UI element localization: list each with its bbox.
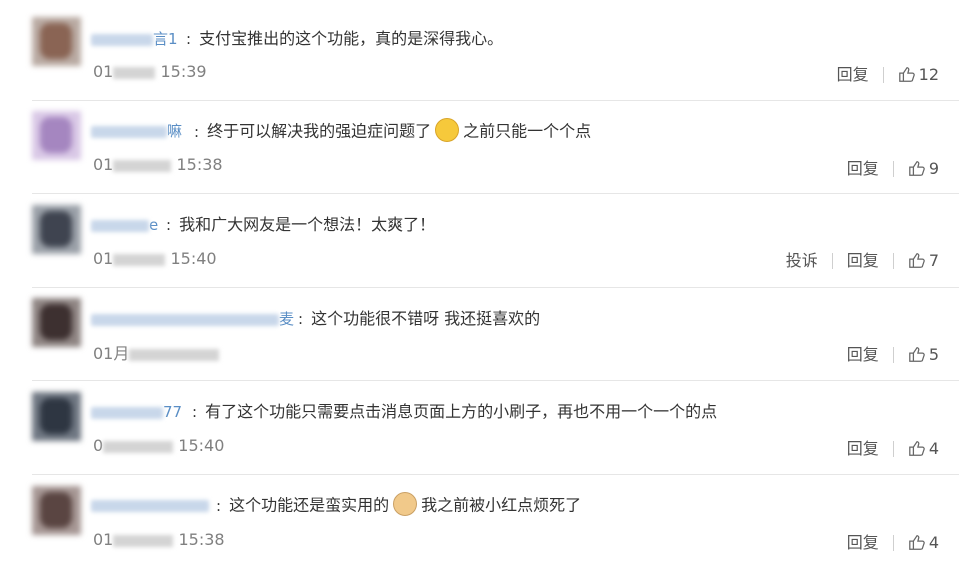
thumbs-up-icon [908, 441, 925, 456]
reply-button[interactable]: 回复 [847, 250, 879, 272]
comment-time: 01 15:38 [93, 155, 223, 174]
comment-time: 01 15:40 [93, 249, 217, 268]
like-button[interactable]: 4 [908, 532, 939, 554]
divider [32, 193, 959, 194]
comment-time: 01 15:39 [93, 62, 207, 81]
crying-laugh-emoji [435, 118, 460, 142]
thumbs-up-icon [908, 347, 925, 362]
like-button[interactable]: 5 [908, 344, 939, 366]
comment-author[interactable]: 麦 [91, 308, 294, 330]
comment-actions: 回复 4 [847, 531, 939, 553]
thumbs-up-icon [908, 161, 925, 176]
divider [892, 440, 894, 457]
comment-body: : 支付宝推出的这个功能，真的是深得我心。 [186, 29, 504, 48]
dog-emoji [393, 492, 418, 516]
comment-time: 01月 [93, 343, 220, 365]
thumbs-up-icon [908, 253, 925, 268]
reply-button[interactable]: 回复 [847, 438, 879, 460]
comment-actions: 回复 5 [847, 343, 939, 365]
comment-author[interactable]: 嘛 [91, 120, 182, 142]
comment-author[interactable]: e [91, 214, 158, 236]
comment-time: 0 15:40 [93, 436, 225, 455]
divider [32, 287, 959, 288]
like-count: 4 [928, 532, 939, 552]
like-button[interactable]: 4 [908, 438, 939, 460]
avatar[interactable] [32, 111, 81, 160]
comment-author[interactable]: 77 [91, 401, 182, 423]
like-count: 5 [928, 344, 939, 364]
reply-button[interactable]: 回复 [847, 532, 879, 554]
divider [831, 252, 833, 269]
like-button[interactable]: 9 [908, 158, 939, 180]
reply-button[interactable]: 回复 [847, 344, 879, 366]
like-count: 12 [918, 64, 939, 84]
avatar[interactable] [32, 486, 81, 535]
divider [892, 252, 894, 269]
comment-actions: 投诉 回复 7 [786, 249, 939, 271]
divider [892, 346, 894, 363]
comment-author[interactable]: 言1 [91, 28, 178, 50]
like-button[interactable]: 12 [898, 64, 939, 86]
like-count: 4 [928, 438, 939, 458]
reply-button[interactable]: 回复 [847, 158, 879, 180]
comment-body: : 这个功能还是蛮实用的 我之前被小红点烦死了 [210, 492, 581, 516]
comment-actions: 回复 4 [847, 437, 939, 459]
report-button[interactable]: 投诉 [786, 250, 818, 272]
divider [32, 474, 959, 475]
reply-button[interactable]: 回复 [837, 64, 869, 86]
avatar[interactable] [32, 205, 81, 254]
like-count: 9 [928, 158, 939, 178]
like-count: 7 [928, 250, 939, 270]
avatar[interactable] [32, 392, 81, 441]
divider [882, 66, 884, 83]
comment-actions: 回复 12 [837, 63, 939, 85]
comment-body: : 这个功能很不错呀 我还挺喜欢的 [298, 309, 541, 328]
divider [32, 100, 959, 101]
thumbs-up-icon [898, 67, 915, 82]
comment-body: : 终于可以解决我的强迫症问题了 之前只能一个个点 [188, 118, 591, 142]
comment-body: : 我和广大网友是一个想法！太爽了！ [166, 215, 436, 234]
divider [32, 380, 959, 381]
thumbs-up-icon [908, 535, 925, 550]
avatar[interactable] [32, 298, 81, 347]
comment-body: : 有了这个功能只需要点击消息页面上方的小刷子，再也不用一个一个的点 [192, 402, 718, 421]
divider [892, 160, 894, 177]
divider [892, 534, 894, 551]
comment-time: 01 15:38 [93, 530, 225, 549]
comment-author[interactable] [91, 494, 209, 516]
comment-actions: 回复 9 [847, 157, 939, 179]
like-button[interactable]: 7 [908, 250, 939, 272]
avatar[interactable] [32, 17, 81, 66]
